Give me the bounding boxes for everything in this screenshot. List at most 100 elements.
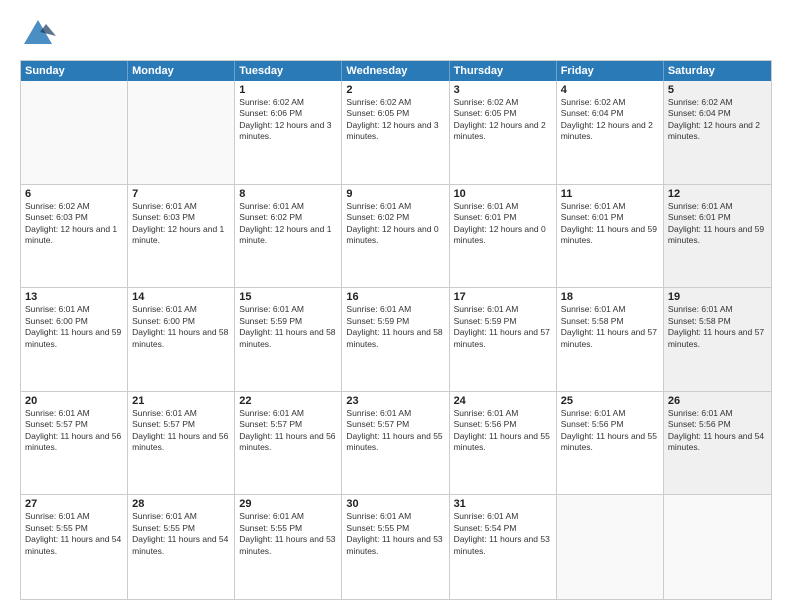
- day-number: 4: [561, 84, 659, 96]
- day-number: 2: [346, 84, 444, 96]
- day-number: 11: [561, 188, 659, 200]
- day-info: Sunrise: 6:02 AMSunset: 6:04 PMDaylight:…: [668, 97, 767, 143]
- logo-icon: [20, 16, 56, 52]
- day-4: 4Sunrise: 6:02 AMSunset: 6:04 PMDaylight…: [557, 81, 664, 184]
- day-info: Sunrise: 6:01 AMSunset: 5:56 PMDaylight:…: [454, 408, 552, 454]
- empty-cell: [557, 495, 664, 599]
- day-15: 15Sunrise: 6:01 AMSunset: 5:59 PMDayligh…: [235, 288, 342, 391]
- day-info: Sunrise: 6:01 AMSunset: 6:01 PMDaylight:…: [454, 201, 552, 247]
- day-of-week-friday: Friday: [557, 61, 664, 81]
- day-26: 26Sunrise: 6:01 AMSunset: 5:56 PMDayligh…: [664, 392, 771, 495]
- day-number: 27: [25, 498, 123, 510]
- day-info: Sunrise: 6:01 AMSunset: 5:56 PMDaylight:…: [561, 408, 659, 454]
- day-27: 27Sunrise: 6:01 AMSunset: 5:55 PMDayligh…: [21, 495, 128, 599]
- day-number: 9: [346, 188, 444, 200]
- day-3: 3Sunrise: 6:02 AMSunset: 6:05 PMDaylight…: [450, 81, 557, 184]
- day-info: Sunrise: 6:01 AMSunset: 5:55 PMDaylight:…: [239, 511, 337, 557]
- day-number: 30: [346, 498, 444, 510]
- day-info: Sunrise: 6:01 AMSunset: 5:54 PMDaylight:…: [454, 511, 552, 557]
- day-number: 28: [132, 498, 230, 510]
- day-23: 23Sunrise: 6:01 AMSunset: 5:57 PMDayligh…: [342, 392, 449, 495]
- day-number: 18: [561, 291, 659, 303]
- day-number: 1: [239, 84, 337, 96]
- day-12: 12Sunrise: 6:01 AMSunset: 6:01 PMDayligh…: [664, 185, 771, 288]
- day-22: 22Sunrise: 6:01 AMSunset: 5:57 PMDayligh…: [235, 392, 342, 495]
- day-14: 14Sunrise: 6:01 AMSunset: 6:00 PMDayligh…: [128, 288, 235, 391]
- week-2: 6Sunrise: 6:02 AMSunset: 6:03 PMDaylight…: [21, 185, 771, 289]
- logo: [20, 16, 60, 52]
- day-info: Sunrise: 6:01 AMSunset: 6:01 PMDaylight:…: [668, 201, 767, 247]
- empty-cell: [128, 81, 235, 184]
- calendar-body: 1Sunrise: 6:02 AMSunset: 6:06 PMDaylight…: [21, 81, 771, 599]
- day-19: 19Sunrise: 6:01 AMSunset: 5:58 PMDayligh…: [664, 288, 771, 391]
- day-number: 15: [239, 291, 337, 303]
- week-1: 1Sunrise: 6:02 AMSunset: 6:06 PMDaylight…: [21, 81, 771, 185]
- day-info: Sunrise: 6:01 AMSunset: 5:57 PMDaylight:…: [132, 408, 230, 454]
- day-info: Sunrise: 6:01 AMSunset: 5:57 PMDaylight:…: [239, 408, 337, 454]
- day-2: 2Sunrise: 6:02 AMSunset: 6:05 PMDaylight…: [342, 81, 449, 184]
- day-info: Sunrise: 6:01 AMSunset: 5:56 PMDaylight:…: [668, 408, 767, 454]
- day-21: 21Sunrise: 6:01 AMSunset: 5:57 PMDayligh…: [128, 392, 235, 495]
- day-number: 6: [25, 188, 123, 200]
- day-number: 5: [668, 84, 767, 96]
- day-16: 16Sunrise: 6:01 AMSunset: 5:59 PMDayligh…: [342, 288, 449, 391]
- day-10: 10Sunrise: 6:01 AMSunset: 6:01 PMDayligh…: [450, 185, 557, 288]
- day-number: 3: [454, 84, 552, 96]
- day-6: 6Sunrise: 6:02 AMSunset: 6:03 PMDaylight…: [21, 185, 128, 288]
- day-of-week-sunday: Sunday: [21, 61, 128, 81]
- day-info: Sunrise: 6:01 AMSunset: 6:02 PMDaylight:…: [346, 201, 444, 247]
- day-8: 8Sunrise: 6:01 AMSunset: 6:02 PMDaylight…: [235, 185, 342, 288]
- day-20: 20Sunrise: 6:01 AMSunset: 5:57 PMDayligh…: [21, 392, 128, 495]
- day-number: 13: [25, 291, 123, 303]
- day-9: 9Sunrise: 6:01 AMSunset: 6:02 PMDaylight…: [342, 185, 449, 288]
- day-number: 31: [454, 498, 552, 510]
- day-17: 17Sunrise: 6:01 AMSunset: 5:59 PMDayligh…: [450, 288, 557, 391]
- week-4: 20Sunrise: 6:01 AMSunset: 5:57 PMDayligh…: [21, 392, 771, 496]
- day-number: 24: [454, 395, 552, 407]
- day-info: Sunrise: 6:02 AMSunset: 6:03 PMDaylight:…: [25, 201, 123, 247]
- day-of-week-monday: Monday: [128, 61, 235, 81]
- day-13: 13Sunrise: 6:01 AMSunset: 6:00 PMDayligh…: [21, 288, 128, 391]
- day-number: 22: [239, 395, 337, 407]
- day-number: 16: [346, 291, 444, 303]
- day-number: 25: [561, 395, 659, 407]
- day-25: 25Sunrise: 6:01 AMSunset: 5:56 PMDayligh…: [557, 392, 664, 495]
- day-of-week-saturday: Saturday: [664, 61, 771, 81]
- day-number: 10: [454, 188, 552, 200]
- header: [20, 16, 772, 52]
- day-info: Sunrise: 6:01 AMSunset: 5:59 PMDaylight:…: [239, 304, 337, 350]
- day-of-week-thursday: Thursday: [450, 61, 557, 81]
- day-info: Sunrise: 6:01 AMSunset: 6:00 PMDaylight:…: [132, 304, 230, 350]
- day-number: 20: [25, 395, 123, 407]
- empty-cell: [21, 81, 128, 184]
- day-18: 18Sunrise: 6:01 AMSunset: 5:58 PMDayligh…: [557, 288, 664, 391]
- day-number: 7: [132, 188, 230, 200]
- day-of-week-wednesday: Wednesday: [342, 61, 449, 81]
- day-5: 5Sunrise: 6:02 AMSunset: 6:04 PMDaylight…: [664, 81, 771, 184]
- day-info: Sunrise: 6:02 AMSunset: 6:05 PMDaylight:…: [454, 97, 552, 143]
- day-info: Sunrise: 6:01 AMSunset: 6:02 PMDaylight:…: [239, 201, 337, 247]
- day-info: Sunrise: 6:01 AMSunset: 5:59 PMDaylight:…: [346, 304, 444, 350]
- day-number: 14: [132, 291, 230, 303]
- week-5: 27Sunrise: 6:01 AMSunset: 5:55 PMDayligh…: [21, 495, 771, 599]
- day-31: 31Sunrise: 6:01 AMSunset: 5:54 PMDayligh…: [450, 495, 557, 599]
- day-info: Sunrise: 6:01 AMSunset: 6:01 PMDaylight:…: [561, 201, 659, 247]
- day-info: Sunrise: 6:01 AMSunset: 5:55 PMDaylight:…: [132, 511, 230, 557]
- day-number: 26: [668, 395, 767, 407]
- calendar-header: SundayMondayTuesdayWednesdayThursdayFrid…: [21, 61, 771, 81]
- day-info: Sunrise: 6:01 AMSunset: 5:58 PMDaylight:…: [668, 304, 767, 350]
- day-28: 28Sunrise: 6:01 AMSunset: 5:55 PMDayligh…: [128, 495, 235, 599]
- day-info: Sunrise: 6:01 AMSunset: 5:57 PMDaylight:…: [346, 408, 444, 454]
- day-info: Sunrise: 6:02 AMSunset: 6:06 PMDaylight:…: [239, 97, 337, 143]
- day-info: Sunrise: 6:02 AMSunset: 6:05 PMDaylight:…: [346, 97, 444, 143]
- day-info: Sunrise: 6:01 AMSunset: 5:55 PMDaylight:…: [25, 511, 123, 557]
- day-30: 30Sunrise: 6:01 AMSunset: 5:55 PMDayligh…: [342, 495, 449, 599]
- day-number: 8: [239, 188, 337, 200]
- day-number: 12: [668, 188, 767, 200]
- day-info: Sunrise: 6:01 AMSunset: 5:59 PMDaylight:…: [454, 304, 552, 350]
- day-info: Sunrise: 6:01 AMSunset: 5:57 PMDaylight:…: [25, 408, 123, 454]
- empty-cell: [664, 495, 771, 599]
- day-info: Sunrise: 6:01 AMSunset: 5:58 PMDaylight:…: [561, 304, 659, 350]
- day-24: 24Sunrise: 6:01 AMSunset: 5:56 PMDayligh…: [450, 392, 557, 495]
- day-7: 7Sunrise: 6:01 AMSunset: 6:03 PMDaylight…: [128, 185, 235, 288]
